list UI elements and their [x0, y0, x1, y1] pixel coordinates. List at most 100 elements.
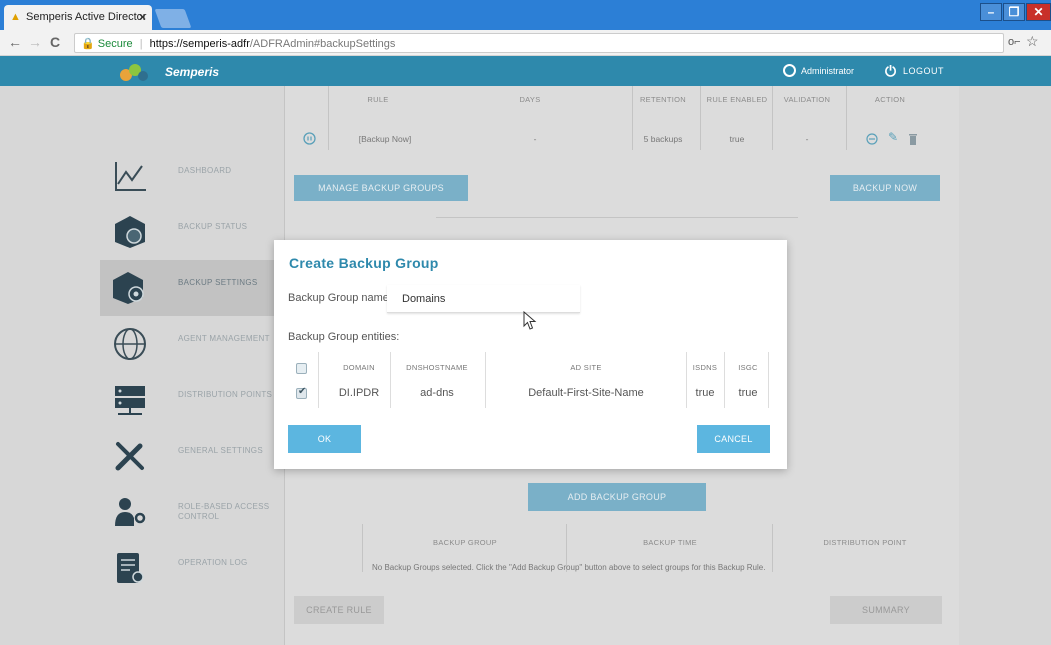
back-icon[interactable]: ←: [8, 34, 22, 50]
dashboard-chart-icon: [115, 162, 146, 191]
cell-isgc: true: [738, 387, 758, 399]
semperis-favicon-icon: ▲: [10, 11, 21, 23]
secure-label: Secure: [97, 38, 133, 50]
col-header-validation: VALIDATION: [783, 95, 831, 104]
semperis-logo-icon: [120, 64, 148, 81]
table-divider: [768, 352, 769, 408]
table-divider: [724, 352, 725, 408]
operation-log-icon: [117, 553, 144, 583]
col-header-backup-group: BACKUP GROUP: [433, 538, 497, 547]
key-icon[interactable]: o⌐: [1008, 36, 1021, 48]
edit-pencil-icon[interactable]: ✎: [888, 130, 898, 144]
cancel-button[interactable]: CANCEL: [697, 425, 770, 453]
new-tab-button[interactable]: [154, 9, 192, 28]
logout-link[interactable]: LOGOUT: [903, 66, 944, 76]
sidebar-item-distribution-points[interactable]: DISTRIBUTION POINTS: [100, 372, 284, 428]
ok-button[interactable]: OK: [288, 425, 361, 453]
col-header-domain: DOMAIN: [343, 363, 375, 372]
col-header-rule: RULE: [367, 95, 389, 104]
col-header-backup-time: BACKUP TIME: [643, 538, 697, 547]
sidebar-item-operation-log[interactable]: OPERATION LOG: [100, 540, 284, 596]
row-checkbox[interactable]: [296, 386, 307, 399]
browser-titlebar: ▲ Semperis Active Director × – ❐ ✕: [0, 0, 1051, 30]
browser-tab[interactable]: ▲ Semperis Active Director ×: [4, 5, 152, 30]
table-divider: [485, 352, 486, 408]
backup-group-name-label: Backup Group name:: [288, 292, 392, 304]
table-divider: [390, 352, 391, 408]
forward-icon[interactable]: →: [28, 34, 42, 50]
table-divider: [318, 352, 319, 408]
table-divider: [700, 86, 701, 150]
globe-icon: [114, 328, 146, 360]
rule-retention: 5 backups: [643, 134, 683, 144]
cell-dnshostname: ad-dns: [420, 387, 454, 399]
server-icon: [115, 386, 145, 415]
bookmark-star-icon[interactable]: ☆: [1026, 33, 1039, 50]
sidebar-item-label: DASHBOARD: [178, 166, 232, 175]
sidebar-item-label: AGENT MANAGEMENT: [178, 334, 270, 343]
user-icon: [783, 64, 796, 77]
tab-title: Semperis Active Director: [26, 11, 147, 23]
power-icon[interactable]: ⏻: [885, 63, 896, 80]
col-header-dnshostname: DNSHOSTNAME: [406, 363, 468, 372]
url-field[interactable]: 🔒 Secure | https://semperis-adfr/ADFRAdm…: [74, 33, 1004, 53]
backup-now-button[interactable]: BACKUP NOW: [830, 175, 940, 201]
address-bar: ← → C 🔒 Secure | https://semperis-adfr/A…: [0, 30, 1051, 56]
backup-settings-icon: [113, 272, 144, 304]
col-header-isgc: ISGC: [738, 363, 758, 372]
create-backup-group-dialog: Create Backup Group Backup Group name: B…: [274, 240, 787, 469]
pause-icon[interactable]: [303, 132, 316, 145]
table-divider: [686, 352, 687, 408]
rule-enabled: true: [729, 134, 745, 144]
col-header-ad-site: AD SITE: [570, 363, 602, 372]
user-name[interactable]: Administrator: [801, 66, 854, 76]
sidebar-item-backup-status[interactable]: BACKUP STATUS: [100, 204, 284, 260]
create-rule-button[interactable]: CREATE RULE: [294, 596, 384, 624]
url-separator: |: [139, 38, 143, 50]
sidebar-item-rbac[interactable]: ROLE-BASED ACCESS CONTROL: [100, 484, 284, 540]
rule-name: [Backup Now]: [358, 134, 412, 144]
sidebar-item-label: GENERAL SETTINGS: [178, 446, 263, 455]
sidebar-item-label: BACKUP SETTINGS: [178, 278, 258, 287]
sidebar-item-backup-settings[interactable]: BACKUP SETTINGS: [100, 260, 284, 316]
role-key-icon: [115, 498, 146, 526]
sidebar-item-label: BACKUP STATUS: [178, 222, 248, 231]
col-header-action: ACTION: [874, 95, 906, 104]
sidebar: DASHBOARD BACKUP STATUS BACKUP SETTINGS: [100, 86, 284, 645]
section-divider: [436, 217, 798, 218]
select-all-checkbox[interactable]: [296, 363, 307, 374]
url-path: /ADFRAdmin#backupSettings: [249, 38, 396, 50]
sidebar-item-label: DISTRIBUTION POINTS: [178, 390, 273, 399]
sidebar-item-general-settings[interactable]: GENERAL SETTINGS: [100, 428, 284, 484]
summary-button[interactable]: SUMMARY: [830, 596, 942, 624]
col-header-rule-enabled: RULE ENABLED: [706, 95, 768, 104]
minimize-button[interactable]: –: [980, 3, 1002, 21]
rule-validation: -: [805, 134, 809, 144]
sidebar-item-label: OPERATION LOG: [178, 558, 248, 567]
tab-close-icon[interactable]: ×: [139, 10, 146, 24]
add-backup-group-button[interactable]: ADD BACKUP GROUP: [528, 483, 706, 511]
cell-ad-site: Default-First-Site-Name: [528, 387, 644, 399]
sidebar-item-label: ROLE-BASED ACCESS CONTROL: [178, 502, 270, 521]
table-divider: [362, 524, 363, 572]
empty-groups-message: No Backup Groups selected. Click the "Ad…: [372, 563, 766, 572]
table-divider: [772, 524, 773, 572]
rule-days: -: [533, 134, 537, 144]
col-header-retention: RETENTION: [639, 95, 687, 104]
backup-group-name-input[interactable]: [387, 285, 580, 313]
delete-trash-icon[interactable]: [908, 133, 918, 145]
reload-icon[interactable]: C: [50, 34, 60, 50]
remove-icon[interactable]: [866, 133, 878, 145]
col-header-isdns: ISDNS: [692, 363, 718, 372]
url-host: https://semperis-adfr: [149, 38, 250, 50]
cell-domain: DI.IPDR: [338, 387, 380, 399]
manage-backup-groups-button[interactable]: MANAGE BACKUP GROUPS: [294, 175, 468, 201]
dialog-title: Create Backup Group: [289, 255, 439, 271]
close-window-button[interactable]: ✕: [1026, 3, 1051, 21]
restore-button[interactable]: ❐: [1003, 3, 1025, 21]
col-header-distribution-point: DISTRIBUTION POINT: [823, 538, 907, 547]
col-header-days: DAYS: [519, 95, 541, 104]
sidebar-item-dashboard[interactable]: DASHBOARD: [100, 148, 284, 204]
backup-status-icon: [115, 216, 145, 248]
sidebar-item-agent-management[interactable]: AGENT MANAGEMENT: [100, 316, 284, 372]
